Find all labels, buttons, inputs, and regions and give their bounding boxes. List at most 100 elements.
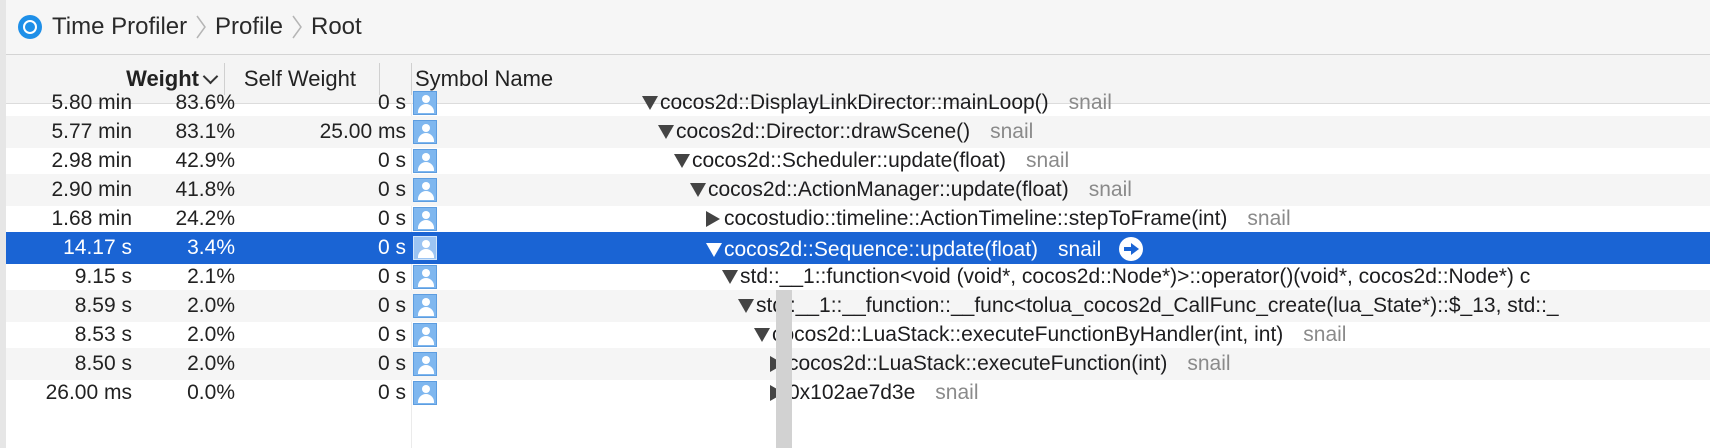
weight-time: 26.00 ms: [45, 381, 132, 404]
self-weight: 0 s: [377, 149, 406, 172]
library-name: snail: [1187, 352, 1231, 375]
table-row[interactable]: 2.98 min 42.9% 0 s cocos2d::Scheduler::upda…: [6, 145, 1710, 177]
disclosure-expanded-icon[interactable]: [754, 328, 770, 342]
symbol-name: cocostudio::timeline::ActionTimeline::st…: [724, 207, 1228, 230]
weight-percent: 83.6%: [175, 91, 235, 114]
table-row[interactable]: 14.17 s 3.4% 0 s cocos2d::Sequence::update(…: [6, 232, 1710, 264]
weight-percent: 3.4%: [187, 236, 235, 259]
library-name: snail: [935, 381, 979, 404]
table-row[interactable]: 5.80 min 83.6% 0 s cocos2d::DisplayLinkDire…: [6, 87, 1710, 119]
symbol-name-cell: cocos2d::DisplayLinkDirector::mainLoop()…: [642, 87, 1112, 119]
breadcrumb-item-profile[interactable]: Profile: [215, 13, 283, 41]
user-code-icon: [413, 381, 437, 405]
symbol-name: std::__1::function<void (void*, cocos2d:…: [740, 265, 1531, 288]
disclosure-expanded-icon[interactable]: [738, 299, 754, 313]
user-code-icon: [413, 294, 437, 318]
disclosure-expanded-icon[interactable]: [690, 183, 706, 197]
self-weight: 0 s: [377, 178, 406, 201]
disclosure-expanded-icon[interactable]: [674, 154, 690, 168]
weight-percent: 41.8%: [175, 178, 235, 201]
user-code-icon: [413, 120, 437, 144]
weight-time: 5.77 min: [51, 120, 132, 143]
symbol-name-cell: cocos2d::LuaStack::executeFunctionByHand…: [754, 319, 1346, 351]
table-row[interactable]: 8.53 s 2.0% 0 s cocos2d::LuaStack::executeF…: [6, 319, 1710, 351]
weight-percent: 0.0%: [187, 381, 235, 404]
library-name: snail: [1303, 323, 1347, 346]
symbol-name-cell: cocos2d::Sequence::update(float) snail: [706, 232, 1144, 264]
table-row[interactable]: 2.90 min 41.8% 0 s cocos2d::ActionManager::…: [6, 174, 1710, 206]
weight-time: 2.90 min: [51, 178, 132, 201]
sort-chevron-down-icon: [202, 68, 219, 85]
symbol-name: cocos2d::Director::drawScene(): [676, 120, 971, 143]
symbol-name: cocos2d::Sequence::update(float): [724, 238, 1039, 261]
self-weight: 0 s: [377, 207, 406, 230]
focus-arrow-icon[interactable]: [1119, 237, 1144, 261]
symbol-name: 0x102ae7d3e: [788, 381, 916, 404]
breadcrumb-app[interactable]: Time Profiler: [52, 13, 187, 41]
weight-percent: 24.2%: [175, 207, 235, 230]
symbol-name: cocos2d::ActionManager::update(float): [708, 178, 1069, 201]
symbol-name: cocos2d::LuaStack::executeFunction(int): [788, 352, 1168, 375]
self-weight: 0 s: [377, 352, 406, 375]
user-code-icon: [413, 352, 437, 376]
self-weight: 0 s: [377, 381, 406, 404]
user-code-icon: [413, 323, 437, 347]
user-code-icon: [413, 178, 437, 202]
weight-time: 1.68 min: [51, 207, 132, 230]
library-name: snail: [1088, 178, 1132, 201]
table-row[interactable]: 8.59 s 2.0% 0 s std::__1::__function::__fun…: [6, 290, 1710, 322]
table-row[interactable]: 26.00 ms 0.0% 0 s 0x102ae7d3e snail: [6, 377, 1710, 409]
user-code-icon: [413, 149, 437, 173]
disclosure-expanded-icon[interactable]: [642, 96, 658, 110]
breadcrumb-item-root[interactable]: Root: [311, 13, 362, 41]
weight-time: 14.17 s: [63, 236, 132, 259]
library-name: snail: [1247, 207, 1291, 230]
table-row[interactable]: 5.77 min 83.1% 25.00 ms cocos2d::Director::…: [6, 116, 1710, 148]
symbol-name-cell: std::__1::__function::__func<tolua_cocos…: [738, 290, 1559, 322]
symbol-name-cell: cocostudio::timeline::ActionTimeline::st…: [706, 203, 1291, 235]
symbol-name: cocos2d::DisplayLinkDirector::mainLoop(): [660, 91, 1049, 114]
disclosure-collapsed-icon[interactable]: [706, 211, 720, 227]
breadcrumb-chevron-icon: [196, 15, 206, 39]
weight-percent: 2.0%: [187, 294, 235, 317]
symbol-name: cocos2d::LuaStack::executeFunctionByHand…: [772, 323, 1284, 346]
weight-time: 5.80 min: [51, 91, 132, 114]
breadcrumb-chevron-icon: [292, 15, 302, 39]
table-row[interactable]: 1.68 min 24.2% 0 s cocostudio::timeline::Ac…: [6, 203, 1710, 235]
self-weight: 0 s: [377, 323, 406, 346]
breadcrumb: Time Profiler Profile Root: [6, 0, 1710, 55]
symbol-name-cell: cocos2d::ActionManager::update(float) sna…: [690, 174, 1132, 206]
symbol-name: std::__1::__function::__func<tolua_cocos…: [756, 294, 1559, 317]
table-row[interactable]: 8.50 s 2.0% 0 s cocos2d::LuaStack::executeF…: [6, 348, 1710, 380]
library-name: snail: [1068, 91, 1112, 114]
weight-percent: 2.0%: [187, 352, 235, 375]
weight-time: 2.98 min: [51, 149, 132, 172]
weight-time: 8.53 s: [74, 323, 132, 346]
library-name: snail: [990, 120, 1034, 143]
self-weight: 25.00 ms: [319, 120, 406, 143]
weight-time: 9.15 s: [74, 265, 132, 288]
symbol-name-cell: 0x102ae7d3e snail: [770, 377, 979, 409]
user-code-icon: [413, 91, 437, 115]
time-profiler-icon: [18, 15, 42, 39]
symbol-name: cocos2d::Scheduler::update(float): [692, 149, 1007, 172]
weight-percent: 2.0%: [187, 323, 235, 346]
call-tree-panel: Time Profiler Profile Root Weight Self W…: [6, 0, 1710, 448]
weight-time: 8.50 s: [74, 352, 132, 375]
self-weight: 0 s: [377, 236, 406, 259]
symbol-name-cell: cocos2d::Scheduler::update(float) snail: [674, 145, 1069, 177]
user-code-icon: [413, 207, 437, 231]
symbol-name-cell: cocos2d::Director::drawScene() snail: [658, 116, 1033, 148]
table-row[interactable]: 9.15 s 2.1% 0 s std::__1::function<void (vo…: [6, 261, 1710, 293]
weight-percent: 83.1%: [175, 120, 235, 143]
disclosure-expanded-icon[interactable]: [658, 125, 674, 139]
disclosure-expanded-icon[interactable]: [706, 243, 722, 257]
user-code-icon: [413, 265, 437, 289]
self-weight: 0 s: [377, 294, 406, 317]
symbol-name-cell: std::__1::function<void (void*, cocos2d:…: [722, 261, 1530, 293]
call-tree-table: 5.80 min 83.6% 0 s cocos2d::DisplayLinkDire…: [6, 91, 1710, 448]
library-name: snail: [1058, 238, 1102, 261]
self-weight: 0 s: [377, 91, 406, 114]
disclosure-expanded-icon[interactable]: [722, 270, 738, 284]
indent-guide: [776, 290, 792, 448]
